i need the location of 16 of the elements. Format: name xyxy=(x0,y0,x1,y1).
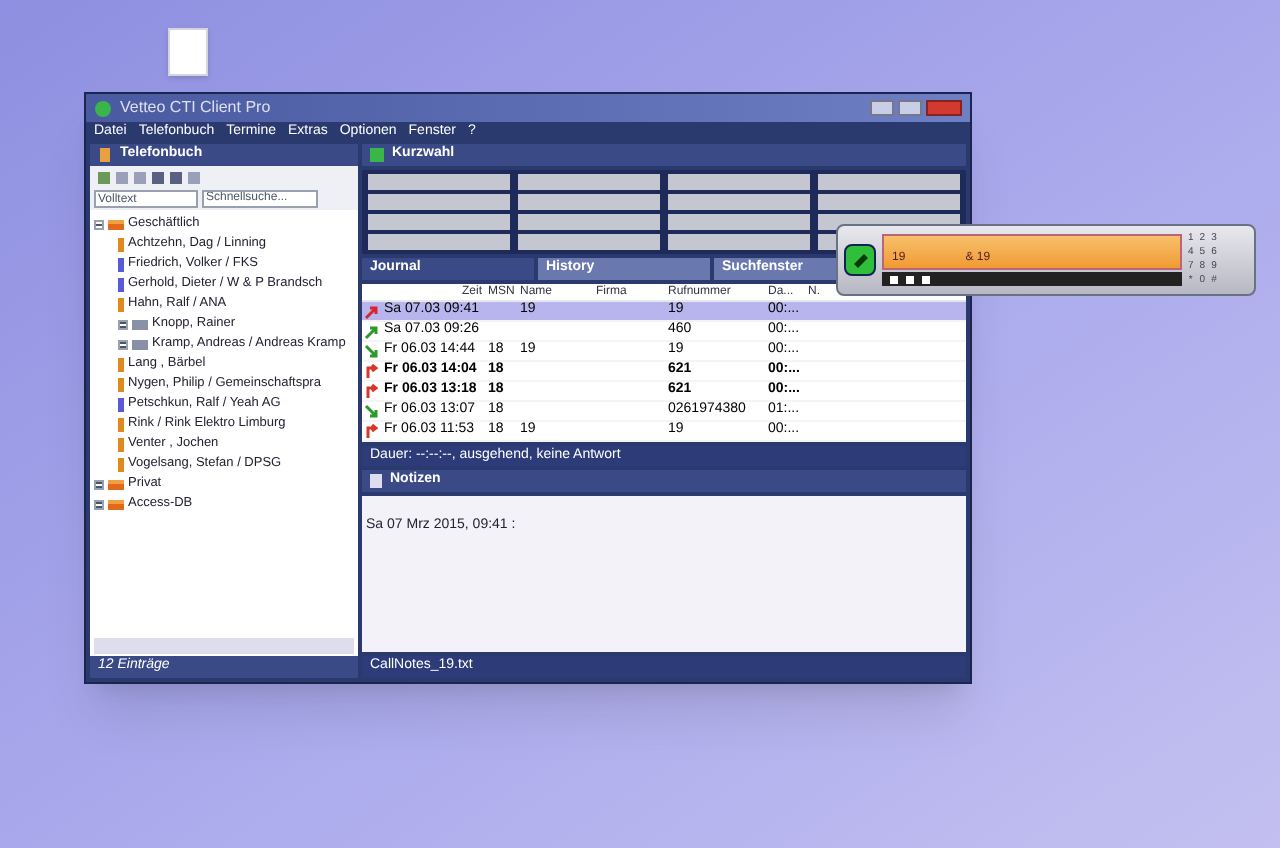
expander-icon[interactable] xyxy=(94,499,104,509)
expander-icon[interactable] xyxy=(118,339,128,349)
horizontal-scrollbar[interactable] xyxy=(94,638,354,654)
expander-icon[interactable] xyxy=(118,319,128,329)
maximize-button[interactable] xyxy=(898,100,922,116)
window-title: Vetteo CTI Client Pro xyxy=(120,96,271,120)
expander-icon[interactable] xyxy=(94,219,104,229)
note-icon xyxy=(370,474,382,488)
close-button[interactable] xyxy=(926,100,962,116)
expander-icon[interactable] xyxy=(94,479,104,489)
dial-button[interactable] xyxy=(844,244,876,276)
document-icon[interactable] xyxy=(168,28,208,76)
minimize-button[interactable] xyxy=(870,100,894,116)
book-icon xyxy=(98,148,112,162)
folder-icon xyxy=(108,219,124,229)
app-logo-icon xyxy=(94,99,112,117)
